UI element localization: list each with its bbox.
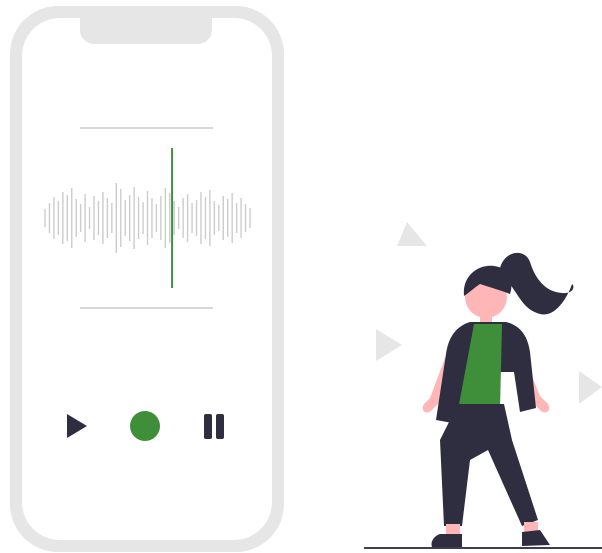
phone-screen: [22, 18, 272, 540]
triangle-play-icon: [397, 222, 427, 246]
record-icon: [130, 411, 160, 441]
illustration-scene: [0, 0, 602, 553]
left-ankle: [446, 524, 460, 534]
phone-notch: [80, 18, 212, 44]
left-shoe: [431, 534, 462, 547]
play-button[interactable]: [58, 406, 98, 446]
triangle-play-icon: [579, 371, 602, 404]
record-button[interactable]: [130, 411, 160, 441]
pants: [440, 404, 538, 526]
illustration-svg: [10, 6, 602, 552]
woman-figure: [422, 252, 574, 547]
right-shoe: [522, 530, 550, 546]
triangle-play-icon: [376, 329, 402, 361]
pause-bar-left: [204, 414, 212, 439]
pause-bar-right: [216, 414, 224, 439]
pause-button[interactable]: [196, 406, 236, 446]
